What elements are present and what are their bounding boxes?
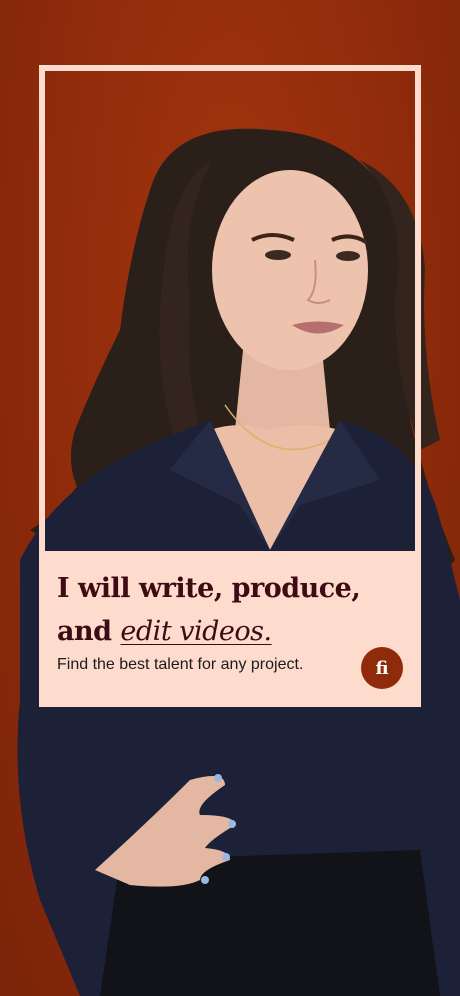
onboarding-screen: I will write, produce, and edit videos. … [0,0,460,996]
tagline-card: I will write, produce, and edit videos. … [39,551,421,707]
headline-and: and [57,616,112,647]
headline-line-1: I will write, produce, [57,573,361,604]
fiverr-logo-icon: fi [361,647,403,689]
headline-emphasis: edit videos. [120,616,272,647]
headline: I will write, produce, and edit videos. [57,567,403,653]
tagline-subtitle: Find the best talent for any project. [57,656,304,673]
